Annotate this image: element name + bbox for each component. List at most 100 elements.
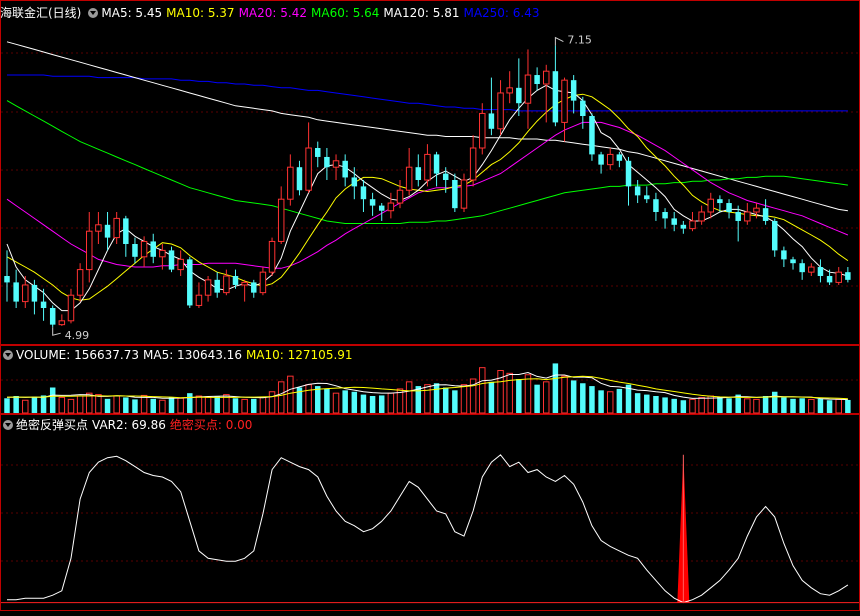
dropdown-icon[interactable] — [3, 420, 13, 430]
volume-bar — [479, 367, 486, 414]
candle-body — [305, 147, 312, 191]
volume-bar — [452, 390, 458, 413]
volume-bar — [781, 397, 787, 413]
candle-body — [534, 75, 540, 84]
candle-body — [315, 148, 321, 157]
candle-body — [488, 113, 495, 129]
volume-bar — [717, 396, 723, 413]
candle-body — [644, 195, 650, 200]
ma5-line — [6, 84, 849, 312]
candle-body — [204, 279, 212, 296]
candle-body — [140, 240, 148, 258]
dropdown-icon[interactable] — [3, 350, 13, 360]
volume-bar — [698, 396, 705, 414]
candle-body — [625, 160, 632, 187]
volume-bar — [287, 375, 294, 414]
volume-panel-header: VOLUME: 156637.73 MA5: 130643.16 MA10: 127… — [0, 347, 357, 363]
ma10-line — [6, 93, 849, 301]
ma10-legend: MA10: 5.37 — [166, 6, 235, 20]
volume-bar — [76, 395, 84, 414]
candle-body — [324, 156, 330, 168]
candle-body — [415, 167, 422, 180]
high-price-label: 7.15 — [567, 34, 592, 47]
candle-body — [580, 100, 586, 116]
volume-bar — [808, 398, 815, 414]
candle-body — [342, 160, 348, 178]
candle-body — [506, 87, 513, 94]
volume-bar — [95, 394, 102, 414]
volume-bar — [845, 399, 851, 413]
volume-bar — [772, 391, 778, 413]
volume-bar — [123, 397, 129, 413]
candle-body — [598, 154, 604, 165]
volume-bar — [460, 384, 468, 414]
volume-bar — [415, 386, 422, 413]
candle-body — [113, 217, 120, 239]
volume-bar — [405, 381, 413, 414]
candle-body — [378, 205, 385, 211]
candle-body — [40, 301, 47, 308]
volume-bar — [662, 397, 668, 413]
volume-bar — [113, 395, 120, 414]
candle-body — [13, 282, 19, 302]
volume-bar — [315, 386, 321, 413]
ma120-legend: MA120: 5.81 — [383, 6, 460, 20]
volume-bar — [49, 387, 56, 413]
price-panel-header: 海联金汇(日线) MA5: 5.45 MA10: 5.37 MA20: 5.42 MA6… — [0, 5, 544, 21]
candle-body — [662, 212, 668, 219]
low-marker — [52, 327, 61, 336]
candle-body — [835, 271, 842, 283]
volume-bar — [442, 387, 449, 413]
volume-bar — [241, 398, 248, 414]
candle-body — [671, 218, 677, 225]
volume-bar — [305, 384, 312, 414]
candle-body — [726, 203, 732, 212]
volume-bar — [140, 394, 148, 414]
candle-body — [223, 275, 230, 294]
volume-bar — [524, 374, 532, 414]
dropdown-icon[interactable] — [88, 8, 99, 18]
var2-line — [7, 454, 849, 604]
candle-body — [570, 80, 577, 101]
volume-bar — [204, 396, 212, 414]
high-marker — [554, 36, 564, 46]
stock-chart-window: 7.15 4.99 海联金汇(日线) MA5: 5.45 MA10: 5.37 MA20… — [0, 0, 860, 616]
candle-body — [31, 284, 38, 302]
candle-body — [405, 166, 413, 191]
candle-body — [589, 116, 595, 155]
volume-ma10-legend: MA10: 127105.91 — [245, 348, 353, 362]
ma250-legend: MA250: 6.43 — [463, 6, 540, 20]
candle-body — [689, 220, 696, 230]
candle-body — [561, 79, 568, 123]
volume-bar — [835, 398, 842, 414]
candle-body — [132, 244, 138, 257]
stock-title: 海联金汇(日线) — [0, 6, 82, 20]
volume-bar — [680, 400, 687, 413]
volume-bar — [671, 398, 677, 413]
candle-body — [22, 284, 29, 303]
candle-body — [781, 250, 787, 260]
candle-body — [177, 258, 184, 271]
candle-body — [460, 179, 468, 209]
candle-body — [241, 281, 248, 286]
volume-bar — [653, 396, 659, 413]
volume-bar — [433, 383, 440, 413]
indicator-name: 绝密反弹买点 — [16, 418, 89, 432]
candle-body — [552, 71, 559, 123]
volume-bar — [616, 388, 623, 413]
candle-body — [772, 220, 778, 251]
candle-body — [123, 218, 129, 244]
volume-bar — [387, 392, 395, 414]
candle-body — [214, 279, 220, 293]
volume-bar — [826, 400, 833, 413]
candle-body — [698, 211, 705, 222]
volume-bar — [589, 386, 595, 413]
volume-bar — [598, 390, 604, 413]
volume-bar — [424, 384, 431, 414]
volume-ma5-legend: MA5: 130643.16 — [143, 348, 242, 362]
candle-body — [735, 212, 741, 221]
ma250-line — [7, 74, 848, 112]
candle-body — [543, 70, 550, 85]
candle-body — [606, 153, 614, 166]
candle-body — [332, 160, 340, 168]
